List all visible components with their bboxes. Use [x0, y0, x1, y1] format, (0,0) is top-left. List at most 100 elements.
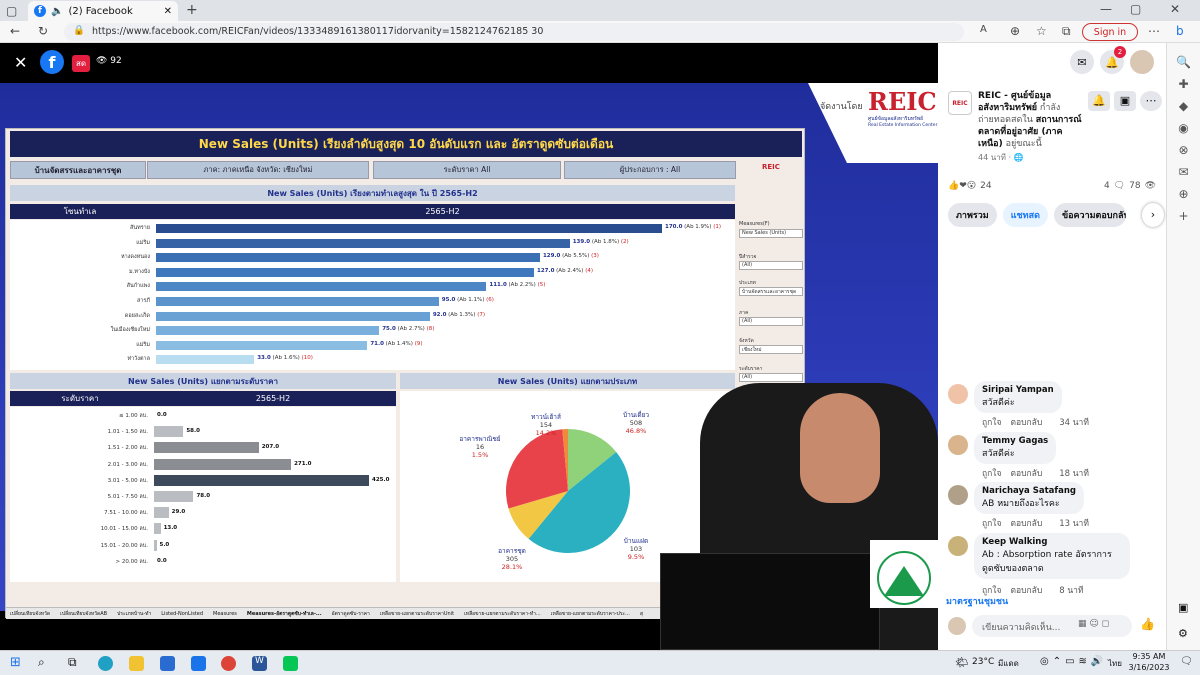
reply-link[interactable]: ตอบกลับ	[1010, 466, 1042, 480]
reply-link[interactable]: ตอบกลับ	[1010, 415, 1042, 429]
more-icon[interactable]: ⋯	[1148, 24, 1160, 38]
zone-rank: (3)	[591, 253, 599, 260]
bing-icon[interactable]: b	[1176, 24, 1184, 38]
edge-app-icon[interactable]	[98, 656, 113, 671]
edge-sidebar-icons[interactable]: 🔍 ✚ ◆ ◉ ⊗ ✉ ⊕ +	[1176, 51, 1191, 227]
bell-icon[interactable]: 🔔	[1088, 91, 1110, 111]
commenter-name[interactable]: Keep Walking	[982, 537, 1122, 547]
sheet-tab[interactable]: Measures	[213, 611, 237, 617]
commenter-name[interactable]: Temmy Gagas	[982, 436, 1048, 446]
store-app-icon[interactable]	[160, 656, 175, 671]
search-icon[interactable]: ⌕	[38, 655, 45, 670]
profile-avatar[interactable]	[1130, 50, 1154, 74]
reply-link[interactable]: ตอบกลับ	[1010, 583, 1042, 597]
comment-text: Ab : Absorption rate อัตราการดูดซับของตล…	[982, 550, 1112, 574]
maximize-icon[interactable]: ▢	[1130, 2, 1141, 16]
comment-text: AB หมายถึงอะไรคะ	[982, 499, 1060, 509]
windows-taskbar: ⊞ ⌕ ⧉ W 🌤 23°C มีแดด ◎⌃▭≋🔊 ไทย 9:35 AM 3…	[0, 650, 1200, 675]
new-tab-icon[interactable]: +	[186, 2, 198, 18]
reactions-icon[interactable]: 👍❤😮	[948, 181, 976, 191]
sheet-tab[interactable]: เหลือขาย-แยกตามระดับราคา-ทำ...	[464, 610, 541, 618]
commenter-avatar[interactable]	[948, 384, 968, 404]
minimize-icon[interactable]: —	[1100, 2, 1112, 16]
filter-region: ภาค: ภาคเหนือ จังหวัด: เชียงใหม่	[147, 161, 369, 179]
page-avatar[interactable]: REIC	[948, 91, 972, 115]
zone-bar	[156, 253, 540, 263]
language-indicator[interactable]: ไทย	[1108, 657, 1122, 670]
url-field[interactable]: 🔒 https://www.facebook.com/REICFan/video…	[64, 23, 964, 41]
window-menu-icon[interactable]: ▢	[6, 4, 17, 18]
sheet-tab[interactable]: เหลือขาย-แยกตามระดับราคา-ประ...	[551, 610, 630, 618]
commenter-name[interactable]: Siripai Yampan	[982, 385, 1054, 395]
save-icon[interactable]: ▣	[1114, 91, 1136, 111]
browser-tab[interactable]: f 🔈 (2) Facebook ✕	[28, 1, 178, 21]
clock-date[interactable]: 3/16/2023	[1128, 663, 1170, 672]
side-filter-select[interactable]: (All)	[739, 373, 803, 382]
commenter-avatar[interactable]	[948, 435, 968, 455]
price-value: 13.0	[163, 525, 178, 532]
sheet-tab[interactable]: อัตราดูดซับ-ราคา	[332, 610, 370, 618]
back-icon[interactable]: ←	[10, 24, 20, 38]
zone-value-number: 33.0	[257, 355, 271, 362]
close-tab-icon[interactable]: ✕	[164, 6, 172, 17]
sidebar-layout-icon[interactable]: ▣	[1178, 601, 1188, 614]
notification-center-icon[interactable]: 🗨	[1180, 656, 1193, 667]
more-options-icon[interactable]: ⋯	[1140, 91, 1162, 111]
like-thumb-icon[interactable]: 👍	[1140, 617, 1155, 631]
zone-bar	[156, 238, 570, 248]
gif-icon[interactable]: ▦ ☺ ◻	[1078, 619, 1109, 629]
tab-live-chat[interactable]: แชทสด	[1002, 203, 1048, 227]
reic-logo-en: Real Estate Information Center	[868, 123, 938, 128]
windows-start-icon[interactable]: ⊞	[10, 655, 21, 670]
mail-app-icon[interactable]	[191, 656, 206, 671]
sheet-tab[interactable]: เหลือขาย-แยกตามระดับราคาUnit	[380, 610, 454, 618]
commenter-name[interactable]: Narichaya Satafang	[982, 486, 1076, 496]
sheet-tab[interactable]: ประเภทบ้าน-ทำ	[117, 610, 151, 618]
sheet-tab[interactable]: เปลี่ยนเทียบจังหวัด	[10, 610, 50, 618]
commenter-avatar[interactable]	[948, 485, 968, 505]
price-chart-title-text: New Sales (Units) แยกตามระดับราคา	[128, 376, 278, 386]
collections-icon[interactable]: ⧉	[1062, 24, 1071, 39]
tabs-next-icon[interactable]: ›	[1142, 203, 1164, 227]
sheet-tab[interactable]: Measures-อัตราดูดซับ-ทำเล-...	[247, 610, 322, 618]
zone-rank: (2)	[620, 238, 629, 245]
close-viewer-icon[interactable]: ✕	[14, 53, 27, 72]
comment-time: 8 นาที	[1059, 586, 1084, 596]
zone-label: ม.ทางบัง	[129, 268, 150, 275]
like-link[interactable]: ถูกใจ	[982, 516, 1001, 530]
extensions-icon[interactable]: ⊕	[1010, 24, 1020, 38]
read-aloud-icon[interactable]: A	[980, 24, 987, 35]
side-filter-select[interactable]: บ้านจัดสรรและอาคารชุด	[739, 287, 803, 296]
like-link[interactable]: ถูกใจ	[982, 415, 1001, 429]
close-window-icon[interactable]: ✕	[1170, 2, 1180, 16]
like-link[interactable]: ถูกใจ	[982, 466, 1001, 480]
reply-link[interactable]: ตอบกลับ	[1010, 516, 1042, 530]
system-tray-icons[interactable]: ◎⌃▭≋🔊	[1040, 656, 1107, 667]
line-app-icon[interactable]	[283, 656, 298, 671]
sheet-tab[interactable]: Listed-NonListed	[161, 611, 203, 617]
speaker-icon[interactable]: 🔈	[51, 6, 63, 17]
tab-overview[interactable]: ภาพรวม	[948, 203, 997, 227]
sidebar-settings-icon[interactable]: ⚙	[1178, 627, 1188, 640]
side-filter-select[interactable]: (All)	[739, 317, 803, 326]
weather-icon[interactable]: 🌤	[955, 656, 969, 669]
sheet-tab[interactable]: สุ	[640, 610, 643, 618]
side-filter-select[interactable]: เชียงใหม่	[739, 345, 803, 354]
community-standards-link[interactable]: มาตรฐานชุมชน	[946, 594, 1008, 608]
sign-in-button[interactable]: Sign in	[1082, 23, 1138, 41]
facebook-logo-icon[interactable]: f	[40, 50, 64, 74]
tab-replies[interactable]: ข้อความตอบกลับข	[1053, 203, 1126, 227]
explorer-app-icon[interactable]	[129, 656, 144, 671]
lock-icon: 🔒	[73, 25, 85, 36]
side-filter-select[interactable]: (All)	[739, 261, 803, 270]
favorite-icon[interactable]: ☆	[1036, 24, 1047, 38]
sheet-tab[interactable]: เปลี่ยนเทียบจังหวัดAB	[60, 610, 107, 618]
task-view-icon[interactable]: ⧉	[68, 655, 77, 670]
side-filter-select[interactable]: New Sales (Units)	[739, 229, 803, 238]
chrome-app-icon[interactable]	[221, 656, 236, 671]
refresh-icon[interactable]: ↻	[38, 24, 48, 38]
clock-time[interactable]: 9:35 AM	[1132, 652, 1166, 661]
commenter-avatar[interactable]	[948, 536, 968, 556]
word-app-icon[interactable]: W	[252, 656, 267, 671]
messenger-icon[interactable]: ✉	[1070, 50, 1094, 74]
